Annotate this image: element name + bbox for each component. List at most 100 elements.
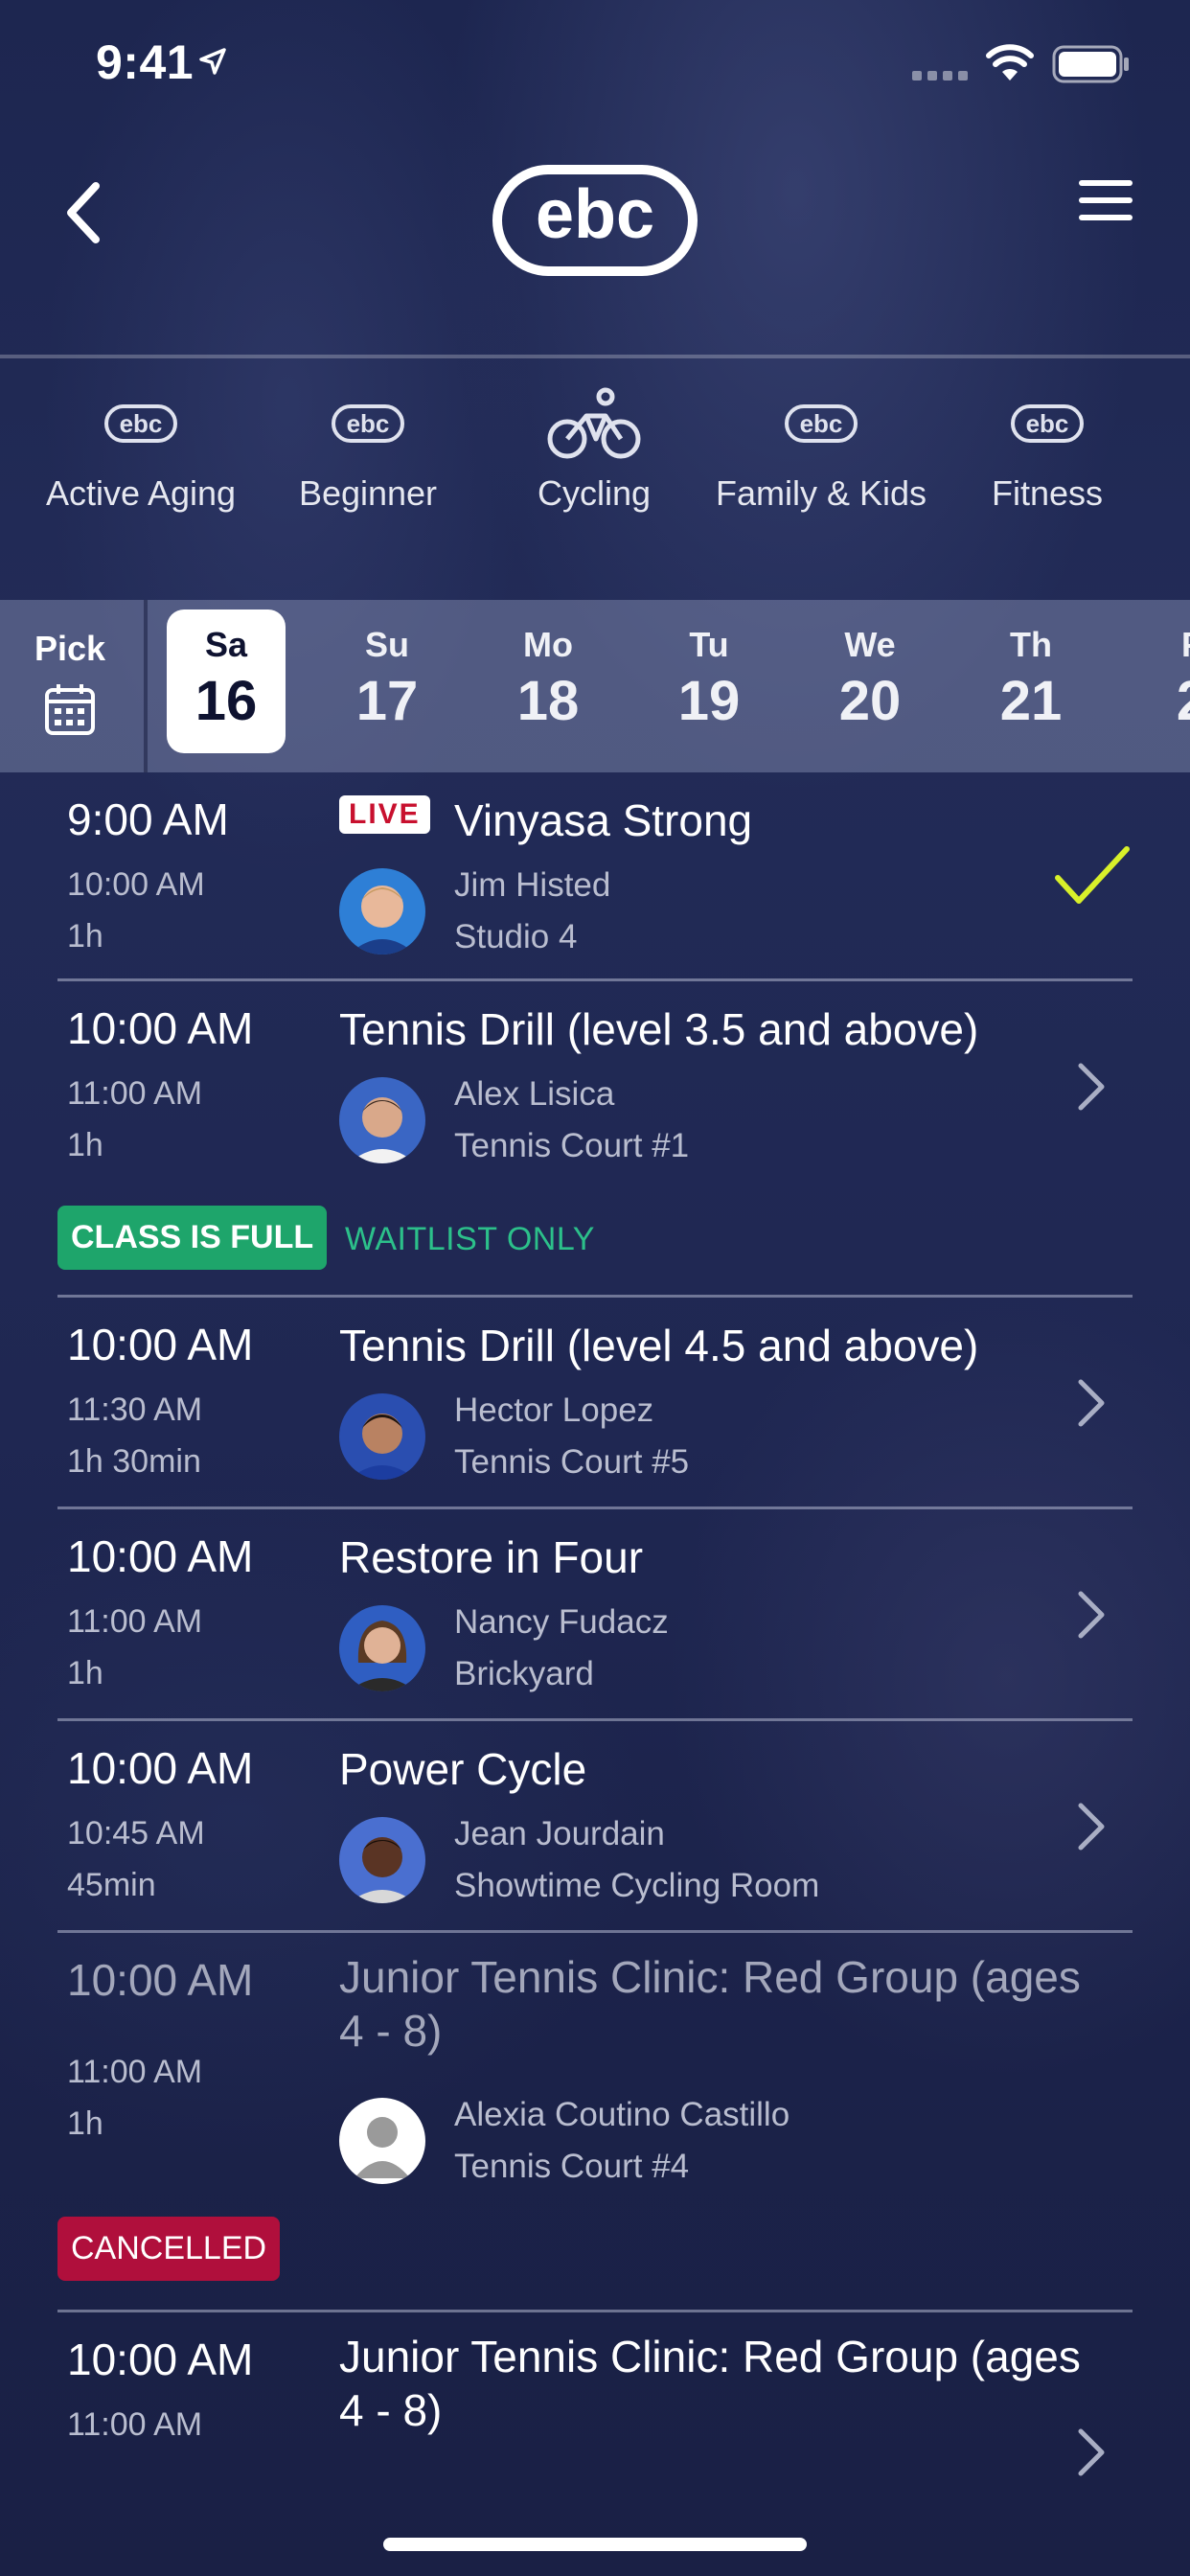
- navigation-bar: ebc: [0, 126, 1190, 356]
- day-we-20[interactable]: We 20: [811, 610, 929, 753]
- category-label: Fitness: [991, 473, 1104, 513]
- checkmark-icon: [1055, 846, 1130, 904]
- room-name: Showtime Cycling Room: [454, 1867, 820, 1904]
- back-chevron-icon[interactable]: [57, 174, 115, 251]
- chevron-right-icon[interactable]: [1077, 2427, 1106, 2477]
- bicycle-icon: [547, 387, 641, 459]
- day-sa-16[interactable]: Sa 16: [167, 610, 286, 753]
- class-duration: 45min: [67, 1867, 156, 1903]
- room-name: Tennis Court #5: [454, 1443, 690, 1481]
- class-start-time: 10:00 AM: [67, 1320, 254, 1369]
- class-title: Tennis Drill (level 3.5 and above): [339, 1004, 979, 1054]
- instructor-name: Jim Histed: [454, 866, 611, 904]
- status-bar: 9:41: [0, 0, 1190, 126]
- class-title: Junior Tennis Clinic: Red Group (ages 4 …: [339, 2332, 1081, 2435]
- class-title: Power Cycle: [339, 1744, 587, 1794]
- day-fr-partial[interactable]: F 2: [1133, 610, 1190, 753]
- class-full-badge: CLASS IS FULL: [57, 1206, 328, 1270]
- category-fitness[interactable]: ebc Fitness: [932, 383, 1162, 537]
- category-family-kids[interactable]: ebc Family & Kids: [706, 383, 936, 537]
- ebc-logo-icon: ebc: [1011, 404, 1084, 443]
- day-of-week: Mo: [523, 625, 573, 664]
- class-end-time: 11:00 AM: [67, 1075, 203, 1112]
- room-name: Studio 4: [454, 918, 578, 955]
- cellular-signal-icon: [912, 71, 968, 80]
- category-cycling[interactable]: Cycling: [479, 383, 709, 537]
- day-tu-19[interactable]: Tu 19: [650, 610, 768, 753]
- day-of-week: Th: [1010, 625, 1052, 664]
- chevron-right-icon[interactable]: [1077, 1378, 1106, 1428]
- home-indicator[interactable]: [383, 2538, 807, 2551]
- class-start-time: 9:00 AM: [67, 794, 229, 844]
- wifi-icon: [986, 44, 1034, 80]
- category-beginner[interactable]: ebc Beginner: [253, 383, 483, 537]
- class-row-tennis-drill-4-5[interactable]: 10:00 AM 11:30 AM 1h 30min Tennis Drill …: [0, 1298, 1190, 1508]
- class-row-vinyasa-strong[interactable]: 9:00 AM 10:00 AM 1h LIVE Vinyasa Strong …: [0, 772, 1190, 979]
- instructor-avatar: [339, 1817, 425, 1903]
- day-number: 17: [355, 670, 419, 732]
- class-title: Junior Tennis Clinic: Red Group (ages 4 …: [339, 1952, 1081, 2056]
- svg-text:ebc: ebc: [120, 409, 163, 438]
- instructor-name: Jean Jourdain: [454, 1815, 665, 1852]
- instructor-avatar: [339, 2098, 425, 2184]
- class-duration: 1h 30min: [67, 1443, 201, 1480]
- category-label: Family & Kids: [715, 473, 927, 513]
- class-end-time: 11:00 AM: [67, 2406, 203, 2443]
- instructor-name: Nancy Fudacz: [454, 1603, 669, 1641]
- chevron-right-icon[interactable]: [1077, 1802, 1106, 1852]
- chevron-right-icon[interactable]: [1077, 1062, 1106, 1112]
- class-title: Vinyasa Strong: [454, 795, 753, 845]
- day-th-21[interactable]: Th 21: [972, 610, 1090, 753]
- date-strip[interactable]: Pick Sa 16 Su 17 Mo 18 Tu 19 We 20 Th 21…: [0, 600, 1190, 772]
- instructor-avatar: [339, 1605, 425, 1691]
- class-row-junior-tennis-cancelled[interactable]: 10:00 AM 11:00 AM 1h Junior Tennis Clini…: [0, 1933, 1190, 2307]
- class-end-time: 11:30 AM: [67, 1392, 203, 1428]
- class-duration: 1h: [67, 918, 103, 954]
- instructor-avatar: [339, 1393, 425, 1480]
- svg-text:ebc: ebc: [1026, 409, 1069, 438]
- hamburger-menu-icon[interactable]: [1079, 176, 1133, 224]
- class-title: Restore in Four: [339, 1532, 644, 1582]
- class-row-junior-tennis[interactable]: 10:00 AM 11:00 AM Junior Tennis Clinic: …: [0, 2312, 1190, 2542]
- class-start-time: 10:00 AM: [67, 1743, 254, 1793]
- svg-text:ebc: ebc: [347, 409, 390, 438]
- day-number: 20: [838, 670, 902, 732]
- class-start-time: 10:00 AM: [67, 1531, 254, 1581]
- class-row-tennis-drill-3-5[interactable]: 10:00 AM 11:00 AM 1h Tennis Drill (level…: [0, 981, 1190, 1298]
- category-active-aging[interactable]: ebc Active Aging: [26, 383, 256, 537]
- category-label: Cycling: [537, 473, 652, 513]
- day-su-17[interactable]: Su 17: [328, 610, 446, 753]
- category-scroller[interactable]: ebc Active Aging ebc Beginner Cycling eb…: [0, 383, 1190, 537]
- class-title: Tennis Drill (level 4.5 and above): [339, 1321, 979, 1370]
- instructor-avatar: [339, 1077, 425, 1163]
- class-duration: 1h: [67, 1655, 103, 1691]
- pick-label: Pick: [34, 629, 106, 668]
- day-number: 16: [195, 670, 258, 732]
- instructor-name: Alex Lisica: [454, 1075, 615, 1113]
- day-of-week: F: [1133, 625, 1190, 665]
- ebc-logo-icon: ebc: [104, 404, 177, 443]
- class-start-time: 10:00 AM: [67, 2334, 254, 2384]
- live-badge: LIVE: [339, 795, 430, 834]
- class-start-time: 10:00 AM: [67, 1955, 254, 2005]
- instructor-name: Hector Lopez: [454, 1392, 654, 1429]
- battery-icon: [1052, 45, 1129, 83]
- chevron-right-icon[interactable]: [1077, 1590, 1106, 1640]
- nav-divider: [0, 355, 1190, 358]
- day-number: 2: [1133, 669, 1190, 733]
- class-row-restore-in-four[interactable]: 10:00 AM 11:00 AM 1h Restore in Four Nan…: [0, 1509, 1190, 1720]
- day-of-week: We: [844, 625, 896, 664]
- location-arrow-icon: [199, 48, 226, 75]
- class-row-power-cycle[interactable]: 10:00 AM 10:45 AM 45min Power Cycle Jean…: [0, 1721, 1190, 1932]
- status-time: 9:41: [96, 35, 195, 89]
- room-name: Brickyard: [454, 1655, 594, 1692]
- instructor-name: Alexia Coutino Castillo: [454, 2096, 790, 2133]
- class-start-time: 10:00 AM: [67, 1003, 254, 1053]
- class-end-time: 11:00 AM: [67, 1603, 203, 1640]
- day-mo-18[interactable]: Mo 18: [489, 610, 607, 753]
- category-label: Beginner: [298, 473, 438, 513]
- pick-date-button[interactable]: Pick: [0, 600, 144, 772]
- waitlist-only-label: WAITLIST ONLY: [345, 1221, 595, 1257]
- class-duration: 1h: [67, 1127, 103, 1163]
- ebc-logo-icon: ebc: [785, 404, 858, 443]
